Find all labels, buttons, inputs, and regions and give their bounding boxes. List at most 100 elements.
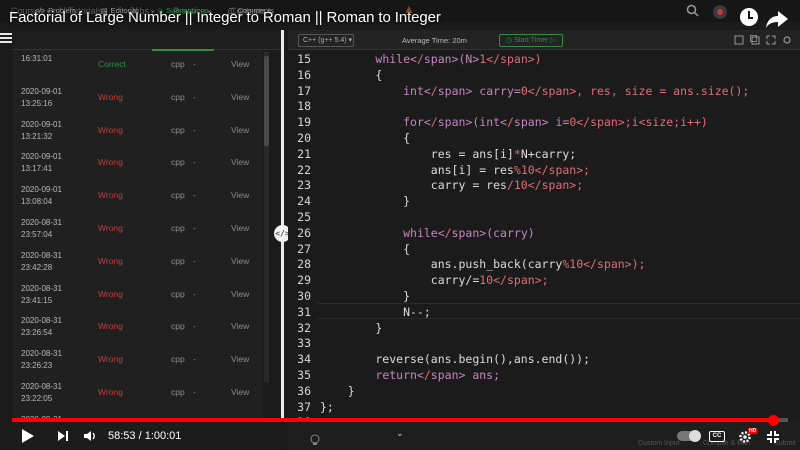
submission-status: Correct <box>98 59 126 69</box>
submission-time: 13:08:04 <box>21 197 53 207</box>
code-line[interactable]: { <box>320 242 410 256</box>
watch-later-icon[interactable] <box>740 8 758 26</box>
view-submission-link[interactable]: View <box>231 289 249 299</box>
view-submission-link[interactable]: View <box>231 223 249 233</box>
menu-icon[interactable] <box>0 33 12 43</box>
search-icon[interactable] <box>686 4 699 17</box>
submission-time: 23:22:05 <box>21 394 53 403</box>
tab-problem[interactable]: </> Problem <box>35 6 76 15</box>
code-line[interactable]: ans.push_back(carry%10</span>); <box>320 257 646 271</box>
line-number: 17 <box>297 83 311 98</box>
view-submission-link[interactable]: View <box>231 92 249 102</box>
copy-icon[interactable] <box>750 35 760 45</box>
line-number: 34 <box>297 352 311 367</box>
line-number: 35 <box>297 368 311 382</box>
tab-comments[interactable]: ▢ Comments <box>228 6 274 15</box>
reset-icon[interactable] <box>734 35 744 45</box>
submission-language: cpp <box>171 124 185 135</box>
captions-button[interactable]: CC <box>709 431 725 442</box>
submissions-icon: ◎ <box>157 8 164 15</box>
submission-time: 16:31:01 <box>21 54 53 63</box>
view-submission-link[interactable]: View <box>231 59 249 69</box>
lightbulb-icon[interactable] <box>309 434 321 446</box>
next-icon[interactable] <box>57 430 69 442</box>
tab-editorial[interactable]: ▤ Editorial <box>101 6 138 15</box>
submission-datetime: 16:31:01 <box>21 53 52 65</box>
line-number: 18 <box>297 99 311 114</box>
code-line[interactable]: reverse(ans.begin(),ans.end()); <box>320 352 590 366</box>
code-line[interactable]: res = ans[i]*N+carry; <box>320 147 576 161</box>
view-submission-link[interactable]: View <box>231 256 249 266</box>
code-line[interactable]: carry/=10</span>; <box>320 273 549 287</box>
code-line[interactable]: { <box>320 68 382 82</box>
autoplay-toggle[interactable] <box>677 430 701 442</box>
submission-status: Wrong <box>98 190 123 201</box>
tab-submissions[interactable]: ◎ Submissions <box>157 6 209 15</box>
submission-date: 2020-08-31 <box>21 250 62 260</box>
code-line[interactable]: } <box>320 384 355 398</box>
code-line[interactable]: }; <box>320 400 334 414</box>
progress-fill <box>12 418 774 422</box>
submission-datetime: 2020-09-01 13:25:16 <box>21 86 62 110</box>
submission-language: cpp <box>171 223 185 233</box>
line-number: 20 <box>297 131 311 145</box>
volume-icon[interactable] <box>83 430 97 442</box>
submission-status: Wrong <box>98 321 123 332</box>
view-submission-link[interactable]: View <box>231 157 249 167</box>
view-submission-link[interactable]: View <box>231 321 249 331</box>
submission-datetime: 2020-08-31 23:42:28 <box>21 250 62 274</box>
submission-time: 23:26:54 <box>21 328 53 338</box>
submission-datetime: 2020-08-31 23:26:23 <box>21 348 62 372</box>
code-line[interactable]: while</span>(N>1</span>) <box>320 52 541 66</box>
chevron-down-icon[interactable]: ⌄ <box>396 428 404 439</box>
submission-status: Wrong <box>98 157 123 168</box>
custom-input-button[interactable]: Custom Input <box>638 440 680 447</box>
share-icon[interactable] <box>764 8 790 30</box>
submission-language: cpp <box>171 354 185 365</box>
line-number: 36 <box>297 383 311 398</box>
submission-language: cpp <box>171 255 185 266</box>
comment-icon: ▢ <box>228 8 235 15</box>
line-number: 28 <box>297 257 311 272</box>
play-icon[interactable] <box>22 429 34 443</box>
submissions-scrollbar-thumb[interactable] <box>264 56 269 146</box>
code-line[interactable]: return</span> ans; <box>320 368 500 382</box>
language-select[interactable]: C++ (g++ 5.4) ▾ <box>298 34 354 47</box>
submission-time: 13:25:16 <box>21 98 53 108</box>
submission-date: 2020-08-31 <box>21 316 62 326</box>
line-number: 23 <box>297 178 311 193</box>
code-line[interactable]: ans[i] = res%10</span>; <box>320 163 590 177</box>
code-line[interactable]: carry = res/10</span>; <box>320 178 583 192</box>
fullscreen-editor-icon[interactable] <box>766 35 776 45</box>
code-line[interactable]: } <box>320 321 382 335</box>
submission-score: - <box>193 255 196 266</box>
line-number: 22 <box>297 162 311 177</box>
submission-row: 2020-09-01 13:21:32 Wrong cpp - View <box>13 118 263 151</box>
submission-score: - <box>193 190 196 201</box>
code-line[interactable]: { <box>320 131 410 145</box>
submission-row: 2020-08-31 23:41:15 Wrong cpp - View <box>13 282 263 315</box>
code-line[interactable]: N--; <box>320 305 431 319</box>
view-submission-link[interactable]: View <box>231 190 249 200</box>
theme-toggle-icon[interactable] <box>712 4 728 20</box>
settings-editor-icon[interactable] <box>782 35 792 45</box>
submission-row: 2020-09-01 13:25:16 Wrong cpp - View <box>13 85 263 118</box>
submission-date: 2020-09-01 <box>21 86 62 96</box>
code-line[interactable]: } <box>320 194 410 208</box>
fullscreen-icon[interactable] <box>766 430 780 444</box>
code-line[interactable]: while</span>(carry) <box>320 226 535 240</box>
start-timer-button[interactable]: ◷ Start Timer ▷ <box>499 34 563 47</box>
submission-datetime: 2020-08-31 23:26:54 <box>21 315 62 339</box>
submission-status: Wrong <box>98 288 123 299</box>
view-submission-link[interactable]: View <box>231 387 249 397</box>
code-line[interactable]: } <box>320 289 410 303</box>
view-submission-link[interactable]: View <box>231 125 249 135</box>
submission-row: 2020-08-31 23:42:28 Wrong cpp - View <box>13 249 263 282</box>
submission-datetime: 2020-09-01 13:21:32 <box>21 119 62 143</box>
code-line[interactable]: int</span> carry=0</span>, res, size = a… <box>320 84 749 98</box>
submission-row: 2020-08-31 23:22:05 Wrong cpp - View <box>13 380 263 413</box>
average-time: Average Time: 20m <box>402 36 467 45</box>
submission-datetime: 2020-09-01 13:08:04 <box>21 184 62 208</box>
code-line[interactable]: for</span>(int</span> i=0</span>;i<size;… <box>320 115 708 129</box>
view-submission-link[interactable]: View <box>231 354 249 364</box>
